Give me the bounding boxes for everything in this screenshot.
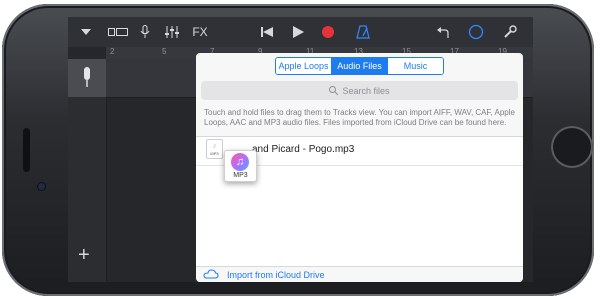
import-icloud-label: Import from iCloud Drive — [227, 270, 325, 280]
front-camera — [38, 183, 45, 190]
tab-apple-loops[interactable]: Apple Loops — [276, 58, 331, 74]
add-track-icon[interactable]: + — [78, 245, 90, 265]
phone-device: FX 2 5 7 9 11 13 15 17 19 + Apple Loops … — [0, 0, 600, 299]
speaker-grille — [23, 128, 30, 172]
file-browser-panel: Apple Loops Audio Files Music Search fil… — [196, 53, 523, 282]
garageband-screen: FX 2 5 7 9 11 13 15 17 19 + Apple Loops … — [68, 17, 533, 282]
browser-tabs: Apple Loops Audio Files Music — [275, 57, 444, 75]
search-input[interactable]: Search files — [201, 81, 518, 100]
search-placeholder: Search files — [342, 85, 390, 96]
music-note-icon: ♫ — [231, 153, 249, 171]
microphone-icon — [84, 67, 90, 87]
loop-browser-icon[interactable] — [464, 17, 488, 47]
import-icloud-button[interactable]: Import from iCloud Drive — [196, 266, 523, 282]
dragged-file-label: MP3 — [233, 172, 248, 179]
metronome-icon[interactable] — [351, 17, 375, 47]
ruler-mark: 2 — [110, 47, 115, 56]
ruler-mark: 5 — [162, 47, 167, 56]
search-icon — [329, 86, 339, 95]
chevron-down-icon[interactable] — [72, 17, 100, 47]
track-header[interactable] — [68, 59, 106, 97]
play-icon[interactable] — [287, 17, 309, 47]
settings-wrench-icon[interactable] — [498, 17, 522, 47]
file-list: ♪ MP3 and Picard - Pogo.mp3 ♫ MP3 — [196, 136, 523, 267]
tracks-view-icon[interactable] — [104, 17, 132, 47]
undo-icon[interactable] — [432, 17, 454, 47]
cloud-icon — [203, 269, 219, 281]
toolbar: FX — [68, 17, 533, 47]
record-icon[interactable] — [317, 17, 339, 47]
audio-file-icon: ♪ MP3 — [206, 139, 223, 159]
fx-button[interactable]: FX — [188, 17, 212, 47]
home-button[interactable] — [551, 126, 593, 168]
file-name: and Picard - Pogo.mp3 — [252, 144, 355, 155]
rewind-icon[interactable] — [256, 17, 278, 47]
microphone-icon[interactable] — [134, 17, 156, 47]
dragged-file[interactable]: ♫ MP3 — [224, 150, 257, 182]
file-type-label: MP3 — [210, 151, 219, 156]
tab-audio-files[interactable]: Audio Files — [331, 58, 387, 74]
mixer-icon[interactable] — [160, 17, 184, 47]
tab-music[interactable]: Music — [387, 58, 443, 74]
browser-description: Touch and hold files to drag them to Tra… — [204, 108, 515, 127]
